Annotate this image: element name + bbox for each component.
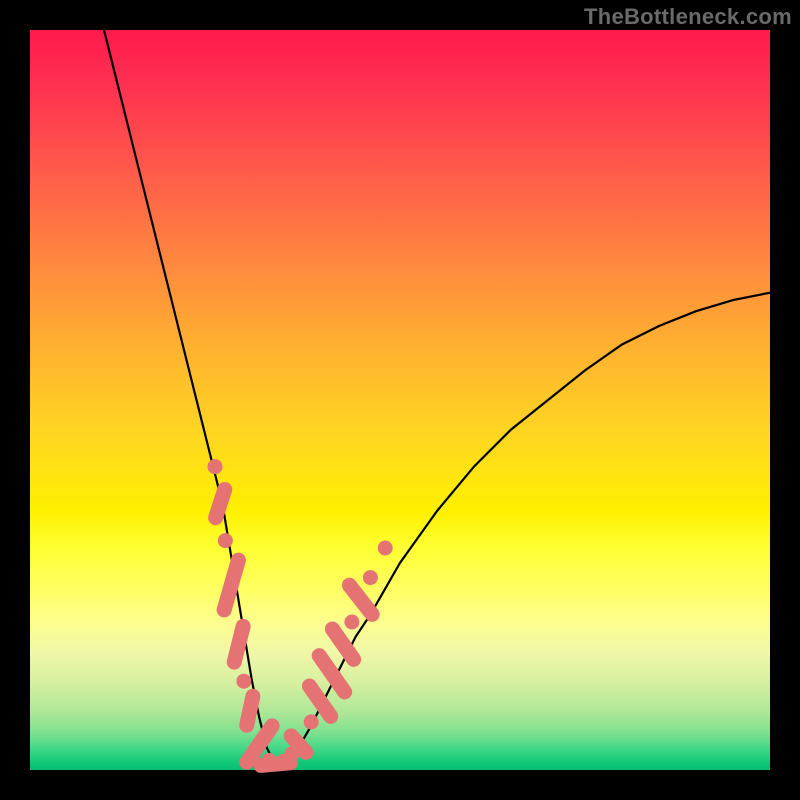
marker-capsule (332, 629, 353, 659)
marker-dot (304, 714, 319, 729)
marker-capsule (247, 696, 253, 725)
marker-capsule (349, 585, 372, 614)
marker-dot (378, 541, 393, 556)
marker-capsule (319, 656, 344, 692)
marker-capsule (224, 560, 238, 610)
marker-dot (236, 674, 251, 689)
marker-dot (218, 533, 233, 548)
chart-svg (30, 30, 770, 770)
marker-dot (208, 459, 223, 474)
marker-capsule (234, 626, 243, 662)
marker-dot (344, 615, 359, 630)
marker-dot (363, 570, 378, 585)
bottleneck-curve (104, 30, 770, 765)
watermark-text: TheBottleneck.com (584, 4, 792, 30)
curve-markers (208, 459, 393, 769)
marker-capsule (216, 490, 225, 518)
